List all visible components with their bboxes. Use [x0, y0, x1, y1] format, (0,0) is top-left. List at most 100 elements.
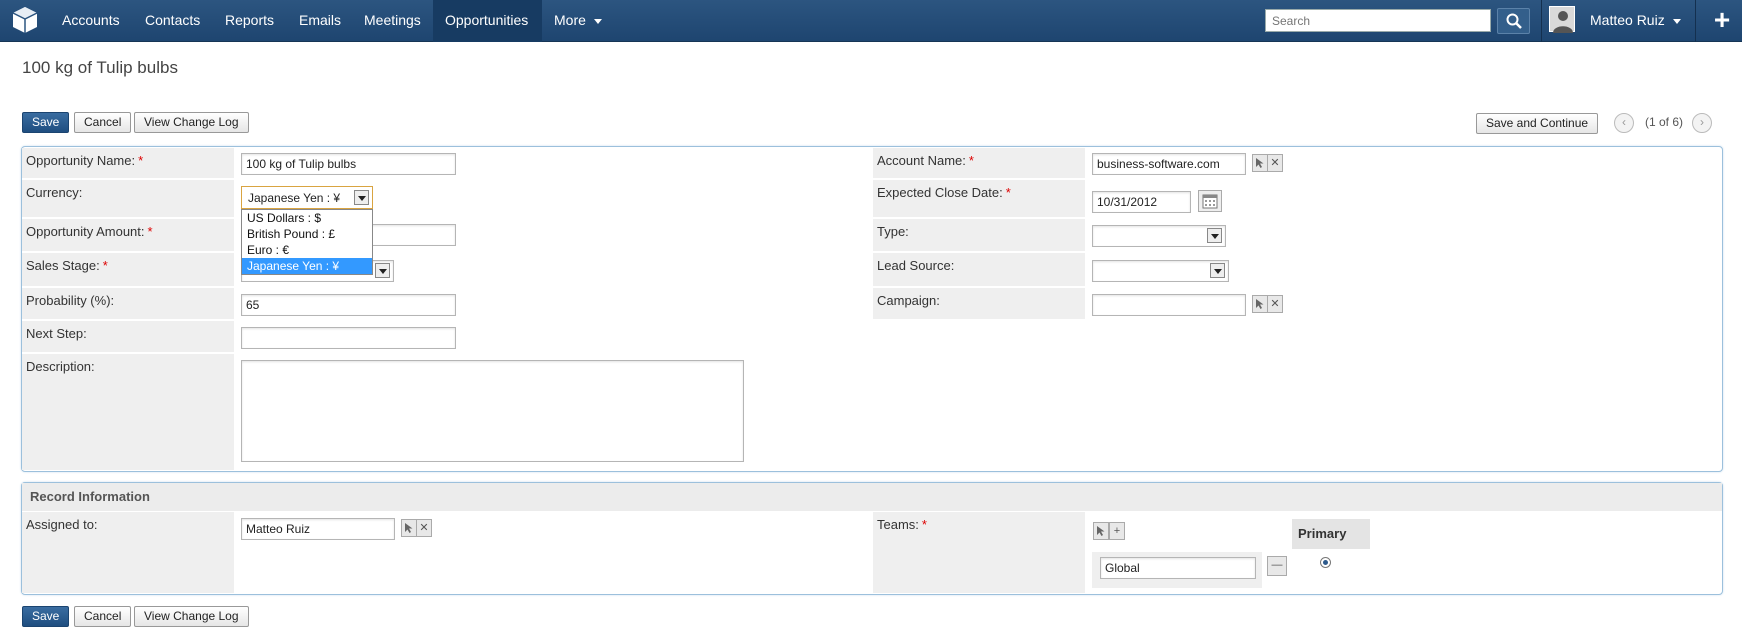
clear-user-button[interactable]: ✕ [416, 519, 432, 537]
currency-select-value: Japanese Yen : ¥ [248, 191, 341, 205]
required-marker: * [968, 153, 974, 168]
currency-option-usd[interactable]: US Dollars : $ [242, 210, 372, 226]
plus-icon: + [1713, 4, 1731, 35]
label-account-name: Account Name: * [873, 148, 1085, 178]
user-silhouette-icon [1553, 11, 1573, 33]
label-description: Description: [22, 354, 234, 470]
label-text: Expected Close Date: [877, 185, 1003, 200]
add-team-button[interactable]: + [1109, 522, 1125, 540]
required-marker: * [138, 153, 144, 168]
label-text: Lead Source: [877, 258, 955, 273]
primary-column-header: Primary [1292, 519, 1370, 549]
search-icon [1506, 13, 1522, 29]
cancel-button[interactable]: Cancel [74, 112, 132, 133]
chevron-down-icon[interactable] [354, 190, 369, 205]
team-input[interactable]: Global [1100, 557, 1256, 579]
currency-option-gbp[interactable]: British Pound : £ [242, 226, 372, 242]
type-select[interactable] [1092, 225, 1226, 247]
nav-more-label: More [554, 12, 586, 28]
nav-emails[interactable]: Emails [287, 0, 353, 42]
select-user-button[interactable] [401, 519, 417, 537]
label-campaign: Campaign: [873, 288, 1085, 319]
chevron-down-icon [593, 18, 602, 24]
opportunity-name-input[interactable]: 100 kg of Tulip bulbs [241, 153, 456, 175]
save-and-continue-button[interactable]: Save and Continue [1476, 113, 1599, 134]
nav-contacts[interactable]: Contacts [133, 0, 212, 42]
label-type: Type: [873, 219, 1085, 251]
label-text: Campaign: [877, 293, 940, 308]
label-sales-stage: Sales Stage: * [22, 253, 234, 286]
previous-record-button[interactable]: ‹ [1614, 113, 1634, 133]
select-campaign-button[interactable] [1252, 295, 1268, 313]
search-button[interactable] [1497, 8, 1530, 34]
account-name-input[interactable]: business-software.com [1092, 153, 1246, 175]
currency-select[interactable]: Japanese Yen : ¥ [241, 186, 373, 209]
label-next-step: Next Step: [22, 321, 234, 352]
chevron-down-icon[interactable] [1210, 263, 1225, 278]
minus-icon: — [1271, 559, 1283, 571]
label-opportunity-amount: Opportunity Amount: * [22, 219, 234, 251]
avatar[interactable] [1549, 6, 1575, 33]
user-menu[interactable]: Matteo Ruiz [1590, 0, 1681, 40]
primary-team-radio[interactable] [1320, 557, 1331, 568]
cursor-arrow-icon [1256, 158, 1264, 168]
chevron-down-icon[interactable] [1207, 228, 1222, 243]
chevron-down-icon[interactable] [375, 263, 390, 278]
view-change-log-button[interactable]: View Change Log [134, 112, 249, 133]
expected-close-date-input[interactable]: 10/31/2012 [1092, 191, 1191, 213]
clear-account-button[interactable]: ✕ [1267, 154, 1283, 172]
currency-option-jpy[interactable]: Japanese Yen : ¥ [242, 258, 372, 274]
lead-source-select[interactable] [1092, 260, 1229, 282]
select-account-button[interactable] [1252, 154, 1268, 172]
quick-create-button[interactable]: + [1702, 0, 1742, 42]
clear-campaign-button[interactable]: ✕ [1267, 295, 1283, 313]
calendar-icon [1202, 194, 1218, 209]
label-text: Type: [877, 224, 909, 239]
required-marker: * [102, 258, 108, 273]
chevron-down-icon [1672, 18, 1681, 24]
section-title: Record Information [22, 483, 1722, 511]
label-text: Opportunity Name: [26, 153, 136, 168]
required-marker: * [1005, 185, 1011, 200]
assigned-to-input[interactable]: Matteo Ruiz [241, 518, 395, 540]
label-assigned-to: Assigned to: [22, 512, 234, 593]
close-icon: ✕ [1270, 298, 1280, 310]
currency-dropdown-list: US Dollars : $ British Pound : £ Euro : … [241, 209, 373, 275]
save-button[interactable]: Save [22, 112, 70, 133]
label-currency: Currency: [22, 180, 234, 217]
remove-team-button[interactable]: — [1267, 556, 1287, 576]
cursor-arrow-icon [1256, 299, 1264, 309]
label-opportunity-name: Opportunity Name: * [22, 148, 234, 178]
currency-option-eur[interactable]: Euro : € [242, 242, 372, 258]
label-teams: Teams: * [873, 512, 1085, 593]
chevron-right-icon: › [1700, 115, 1704, 129]
chevron-left-icon: ‹ [1622, 115, 1626, 129]
next-record-button[interactable]: › [1692, 113, 1712, 133]
label-text: Sales Stage: [26, 258, 100, 273]
nav-opportunities[interactable]: Opportunities [433, 0, 542, 42]
nav-reports[interactable]: Reports [213, 0, 286, 42]
required-marker: * [147, 224, 153, 239]
cursor-arrow-icon [1097, 526, 1105, 536]
label-text: Account Name: [877, 153, 966, 168]
label-probability: Probability (%): [22, 288, 234, 319]
nav-accounts[interactable]: Accounts [50, 0, 132, 42]
user-name-label: Matteo Ruiz [1590, 12, 1665, 28]
label-text: Opportunity Amount: [26, 224, 145, 239]
nav-more[interactable]: More [542, 0, 614, 42]
probability-input[interactable]: 65 [241, 294, 456, 316]
campaign-input[interactable] [1092, 294, 1246, 316]
label-text: Description: [26, 359, 95, 374]
next-step-input[interactable] [241, 327, 456, 349]
pager-status: (1 of 6) [1645, 115, 1684, 129]
label-expected-close-date: Expected Close Date: * [873, 180, 1085, 217]
description-textarea[interactable] [241, 360, 744, 462]
sugar-cube-logo-icon[interactable] [10, 5, 40, 35]
label-text: Probability (%): [26, 293, 115, 308]
search-input[interactable] [1265, 9, 1491, 32]
select-team-button[interactable] [1093, 522, 1109, 540]
plus-icon: + [1113, 525, 1121, 537]
date-picker-button[interactable] [1198, 190, 1222, 212]
label-text: Currency: [26, 185, 83, 200]
nav-meetings[interactable]: Meetings [352, 0, 433, 42]
